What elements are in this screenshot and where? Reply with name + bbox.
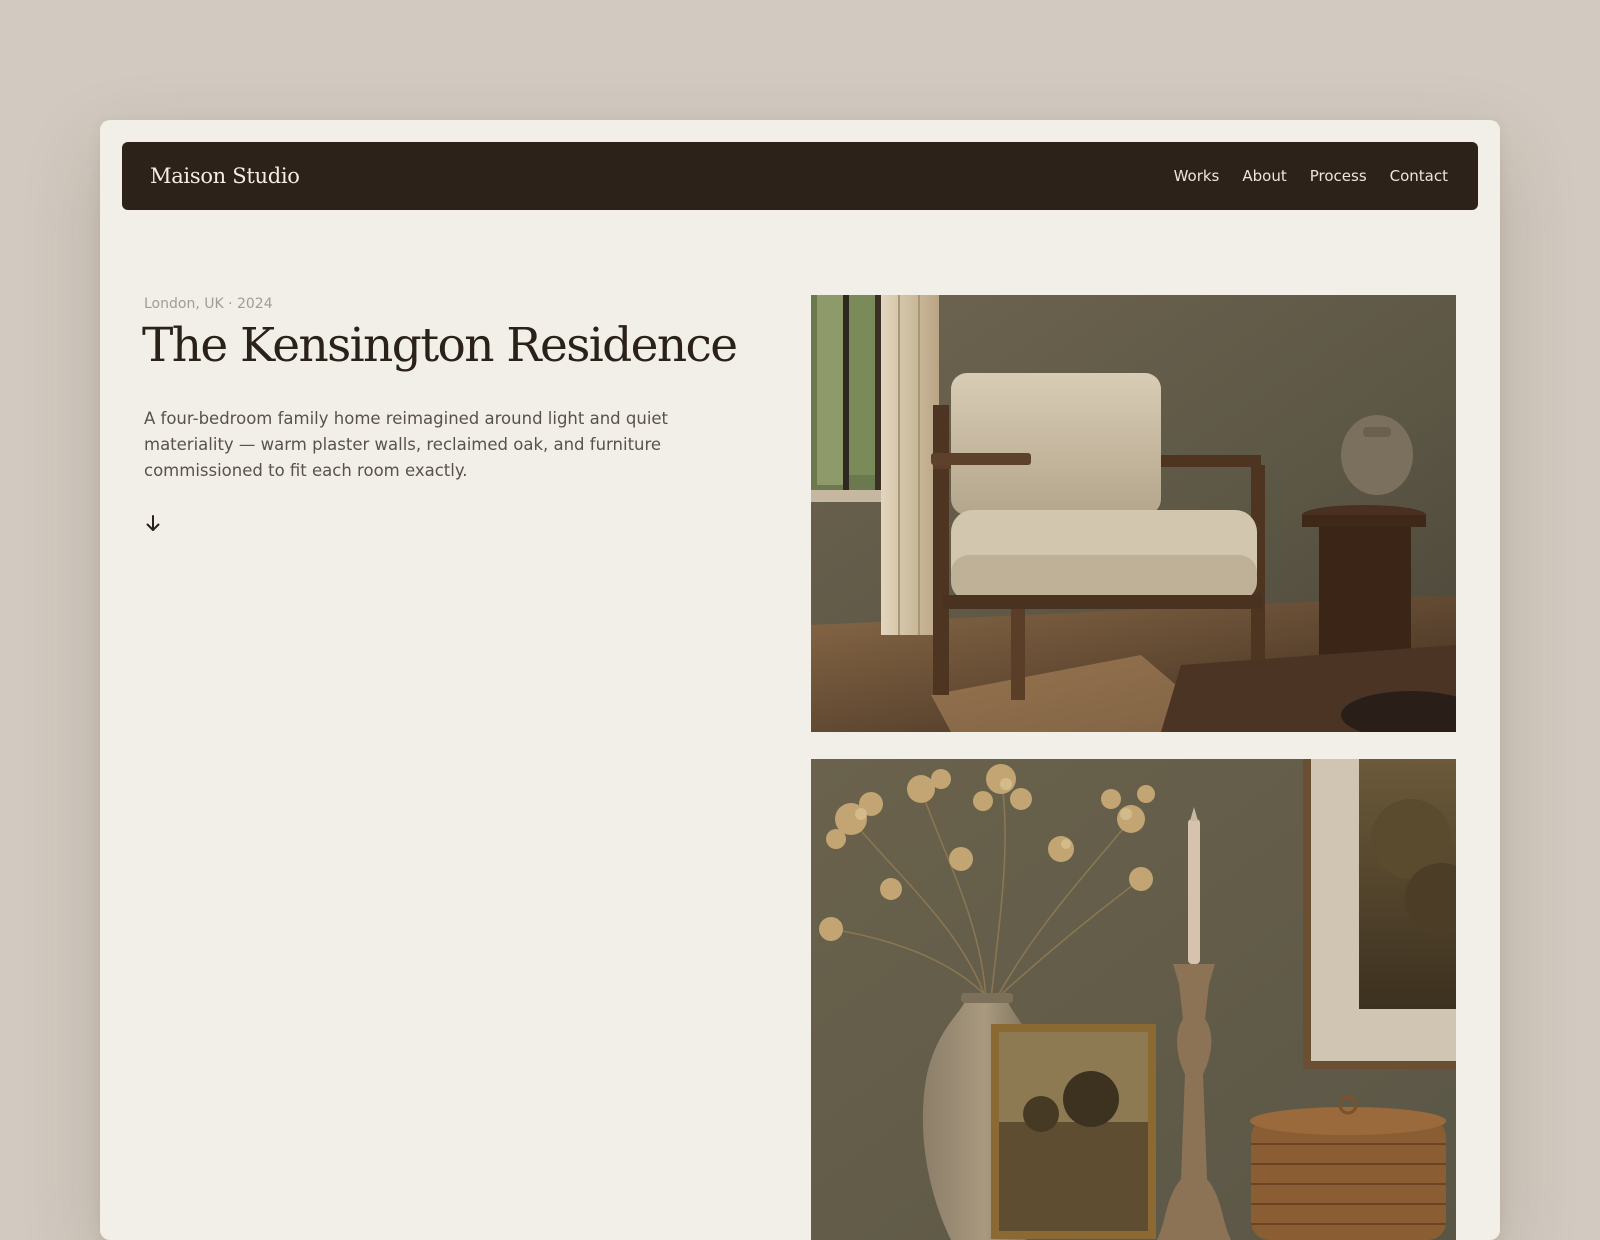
nav-process-link[interactable]: Process: [1310, 167, 1367, 185]
project-meta: London, UK · 2024: [144, 296, 273, 312]
arrow-down-icon[interactable]: [144, 512, 162, 534]
site-window: Maison Studio Works About Process Contac…: [100, 120, 1500, 1240]
armchair-photo[interactable]: [811, 295, 1456, 732]
project-description: A four-bedroom family home reimagined ar…: [144, 409, 669, 480]
vignette-photo[interactable]: [811, 759, 1456, 1240]
brand-logo[interactable]: Maison Studio: [150, 164, 300, 188]
project-title: The Kensington Residence: [142, 318, 738, 373]
nav-contact-link[interactable]: Contact: [1390, 167, 1448, 185]
top-navbar: Maison Studio Works About Process Contac…: [122, 142, 1478, 210]
nav-about-link[interactable]: About: [1242, 167, 1286, 185]
nav-works-link[interactable]: Works: [1174, 167, 1220, 185]
main-nav: Works About Process Contact: [1174, 167, 1448, 185]
